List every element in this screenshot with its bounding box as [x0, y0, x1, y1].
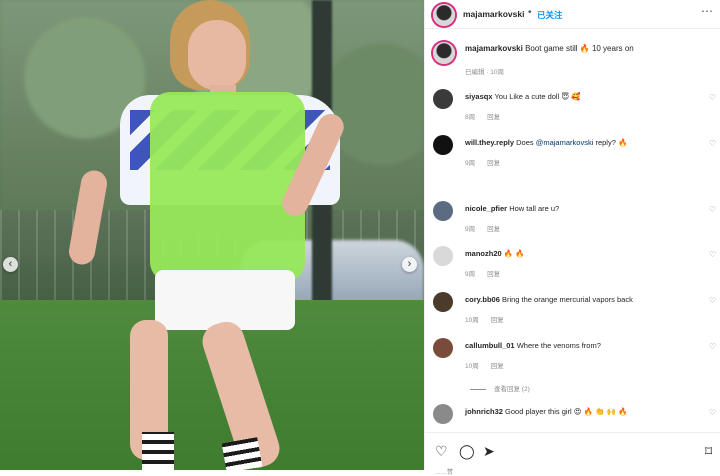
- view-replies-text: 查看回复 (2): [494, 386, 530, 393]
- comment-text: manozh20 🔥 🔥: [465, 249, 705, 258]
- more-icon[interactable]: ⋯: [701, 4, 713, 18]
- comment-body: You Like a cute doll 😇 🥰: [492, 92, 581, 101]
- carousel-next-button[interactable]: ›: [402, 257, 417, 272]
- comment-body: 🔥 🔥: [501, 249, 525, 258]
- commenter-avatar[interactable]: [433, 135, 453, 155]
- comment-body: Bring the orange mercurial vapors back: [499, 295, 633, 304]
- commenter-username[interactable]: callumbull_01: [465, 341, 515, 350]
- mention-link[interactable]: @majamarkovski: [536, 138, 594, 147]
- comment-like-icon[interactable]: ♡: [709, 296, 716, 305]
- commenter-avatar[interactable]: [433, 338, 453, 358]
- commenter-username[interactable]: siyasqx: [465, 92, 493, 101]
- post-side-panel: majamarkovski • 已关注 ⋯ majamarkovski Boot…: [424, 0, 720, 476]
- comment-time: 10周: [465, 363, 479, 370]
- comment-meta: 10周 回复: [465, 360, 504, 370]
- save-icon[interactable]: ⌑: [705, 443, 712, 460]
- caption-text: majamarkovski Boot game still 🔥 10 years…: [465, 44, 634, 53]
- caption-avatar[interactable]: [433, 42, 455, 64]
- comment-icon[interactable]: ◯: [459, 443, 475, 460]
- comment-like-icon[interactable]: ♡: [709, 93, 716, 102]
- training-bib: [150, 92, 305, 282]
- caption-meta: 已编辑 · 10周: [465, 66, 504, 76]
- comment-text: will.they.reply Does @majamarkovski repl…: [465, 138, 705, 147]
- comment-text: cory.bb06 Bring the orange mercurial vap…: [465, 295, 705, 304]
- commenter-username[interactable]: johnrich32: [465, 407, 503, 416]
- commenter-avatar[interactable]: [433, 89, 453, 109]
- commenter-username[interactable]: cory.bb06: [465, 295, 500, 304]
- comment-meta: 10周 回复: [465, 314, 504, 324]
- commenter-username[interactable]: nicole_pfier: [465, 204, 507, 213]
- comment-text: callumbull_01 Where the venoms from?: [465, 341, 705, 350]
- caption-time: 10周: [490, 69, 505, 76]
- comment-meta: 9周 回复: [465, 268, 500, 278]
- commenter-username[interactable]: will.they.reply: [465, 138, 514, 147]
- comment-time: 8周: [465, 114, 476, 121]
- comment-time: 10周: [465, 317, 479, 324]
- post-actions: ♡ ◯ ➤ ⌑ ……赞: [425, 432, 720, 476]
- comment-row: manozh20 🔥 🔥 9周 回复 ♡: [425, 246, 720, 290]
- chevron-right-icon: ›: [407, 258, 412, 270]
- commenter-avatar[interactable]: [433, 292, 453, 312]
- comment-text: johnrich32 Good player this girl 😍 🔥 👏 🙌…: [465, 407, 705, 416]
- commenter-username[interactable]: manozh20: [465, 249, 502, 258]
- comment-text: nicole_pfier How tall are u?: [465, 204, 705, 213]
- commenter-avatar[interactable]: [433, 404, 453, 424]
- carousel-prev-button[interactable]: ‹: [3, 257, 18, 272]
- share-icon[interactable]: ➤: [483, 443, 495, 460]
- likes-text: ……赞: [435, 470, 454, 476]
- post-photo[interactable]: ‹ ›: [0, 0, 424, 470]
- commenter-avatar[interactable]: [433, 201, 453, 221]
- chevron-left-icon: ‹: [8, 258, 13, 270]
- comment-time: 9周: [465, 271, 476, 278]
- caption-edited: 已编辑: [465, 69, 485, 76]
- caption-body: Boot game still 🔥 10 years on: [525, 44, 634, 53]
- author-username[interactable]: majamarkovski: [463, 9, 524, 19]
- player-face: [188, 20, 246, 90]
- comment-meta: 9周 回复: [465, 157, 500, 167]
- author-avatar[interactable]: [433, 4, 455, 26]
- reply-button[interactable]: 回复: [491, 317, 504, 324]
- comment-like-icon[interactable]: ♡: [709, 205, 716, 214]
- reply-button[interactable]: 回复: [487, 160, 500, 167]
- comment-body: How tall are u?: [507, 204, 560, 213]
- view-replies-button[interactable]: 查看回复 (2): [470, 383, 530, 393]
- player-left-arm: [66, 168, 110, 267]
- comment-row: nicole_pfier How tall are u? 9周 回复 ♡: [425, 201, 720, 245]
- comment-like-icon[interactable]: ♡: [709, 250, 716, 259]
- comment-row: siyasqx You Like a cute doll 😇 🥰 8周 回复 ♡: [425, 89, 720, 133]
- commenter-avatar[interactable]: [433, 246, 453, 266]
- comment-time: 9周: [465, 226, 476, 233]
- reply-button[interactable]: 回复: [491, 363, 504, 370]
- player-left-sock: [142, 432, 174, 470]
- player-right-sock: [221, 437, 263, 470]
- view-replies-line: [470, 389, 486, 390]
- comment-body: Good player this girl 😍 🔥 👏 🙌 🔥: [502, 407, 628, 416]
- post-caption: majamarkovski Boot game still 🔥 10 years…: [425, 36, 720, 76]
- comment-like-icon[interactable]: ♡: [709, 342, 716, 351]
- comment-row: callumbull_01 Where the venoms from? 10周 回…: [425, 338, 720, 382]
- player-figure: [60, 0, 349, 470]
- separator-dot: •: [528, 7, 532, 18]
- heart-icon[interactable]: ♡: [435, 443, 448, 460]
- comment-like-icon[interactable]: ♡: [709, 139, 716, 148]
- comment-meta: 9周 回复: [465, 223, 500, 233]
- comment-like-icon[interactable]: ♡: [709, 408, 716, 417]
- comment-text: siyasqx You Like a cute doll 😇 🥰: [465, 92, 705, 101]
- reply-button[interactable]: 回复: [487, 226, 500, 233]
- caption-username[interactable]: majamarkovski: [465, 44, 523, 53]
- reply-button[interactable]: 回复: [487, 271, 500, 278]
- reply-button[interactable]: 回复: [487, 114, 500, 121]
- comment-body: Where the venoms from?: [514, 341, 601, 350]
- comment-time: 9周: [465, 160, 476, 167]
- comment-row: will.they.reply Does @majamarkovski repl…: [425, 135, 720, 179]
- comment-body: Does @majamarkovski reply? 🔥: [514, 138, 628, 147]
- post-header: majamarkovski • 已关注 ⋯: [425, 0, 720, 29]
- comment-meta: 8周 回复: [465, 111, 500, 121]
- follow-button[interactable]: 已关注: [537, 9, 563, 21]
- comment-row: cory.bb06 Bring the orange mercurial vap…: [425, 292, 720, 336]
